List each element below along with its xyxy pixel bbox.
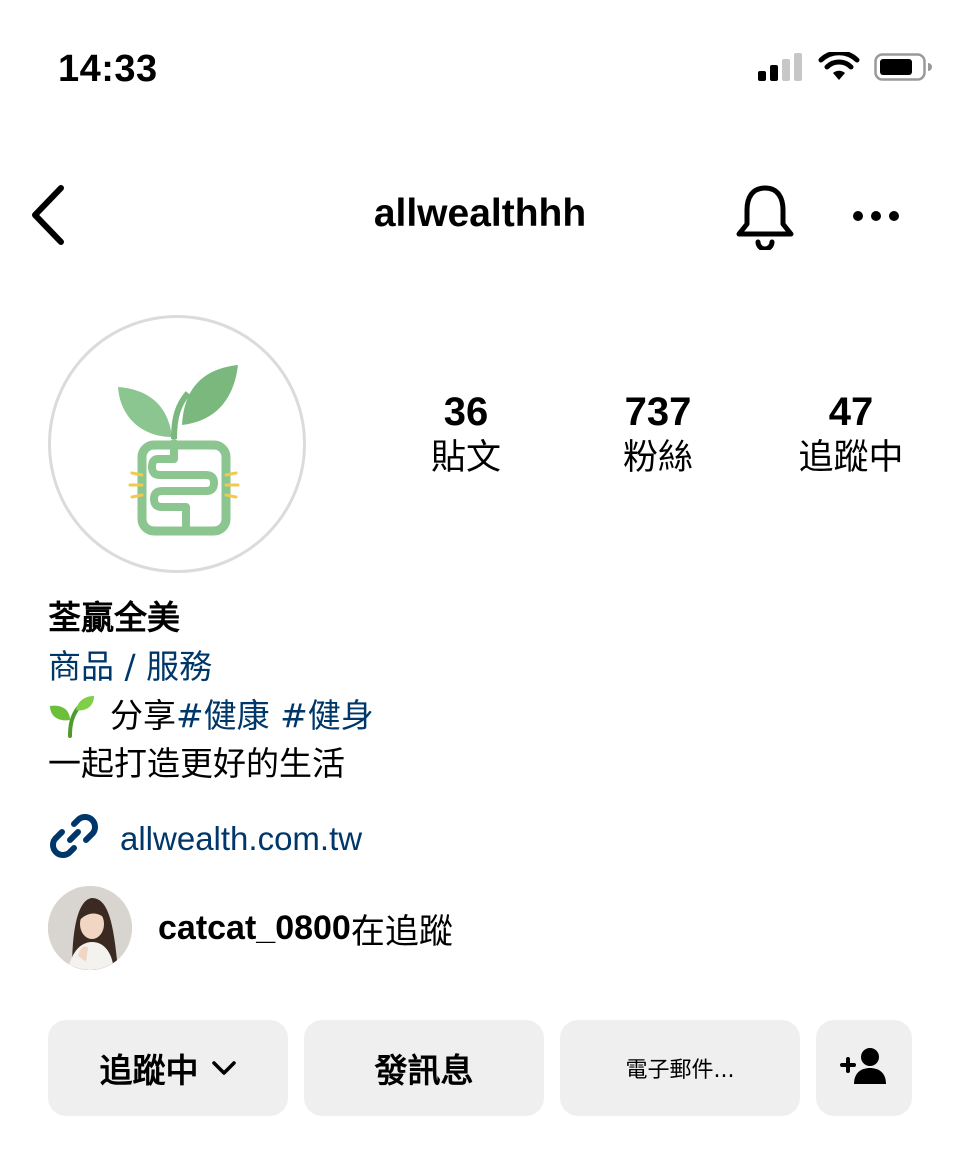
stat-following-value: 47 [828,390,874,434]
more-horizontal-icon [852,209,900,227]
cellular-signal-icon [758,53,804,86]
stat-following[interactable]: 47 追蹤中 [771,388,931,480]
stat-followers-label: 粉絲 [622,438,693,478]
following-button[interactable]: 追蹤中 [48,1020,288,1116]
profile-link[interactable]: allwealth.com.tw [48,810,362,867]
stat-posts-label: 貼文 [430,438,501,478]
wifi-icon [818,50,860,87]
profile-bio: 荃贏全美 商品 / 服務 分享 #健康 #健身 一起打造更好的生活 [48,594,908,788]
more-options-button[interactable] [844,190,908,246]
website-link[interactable]: allwealth.com.tw [120,820,362,858]
stat-posts[interactable]: 36 貼文 [386,388,546,480]
stat-following-label: 追蹤中 [798,438,904,478]
sprout-logo-icon [102,347,252,542]
bio-share-text: 分享 [110,696,176,735]
email-button[interactable]: 電子郵件... [560,1020,800,1116]
nav-bar: allwealthhh [0,170,960,260]
add-user-icon [840,1046,888,1090]
stat-followers[interactable]: 737 粉絲 [578,388,738,480]
chevron-down-icon [211,1060,237,1076]
mutual-follower[interactable]: catcat_0800 在追蹤 [48,886,453,970]
message-button-label: 發訊息 [374,1051,474,1090]
bio-line-1: 分享 #健康 #健身 [48,692,908,740]
add-user-button[interactable] [816,1020,912,1116]
hashtag-health[interactable]: #健康 [176,692,270,740]
mutual-follower-suffix: 在追蹤 [350,911,453,952]
email-button-label: 電子郵件... [625,1058,735,1083]
following-button-label: 追蹤中 [99,1051,199,1090]
seedling-emoji-icon [48,694,96,738]
battery-icon [874,52,932,87]
profile-avatar[interactable] [48,315,306,573]
mutual-follower-avatar [48,886,132,970]
profile-category[interactable]: 商品 / 服務 [48,642,908,692]
link-icon [48,810,100,867]
profile-name: 荃贏全美 [48,598,180,637]
status-icons [758,50,932,87]
status-bar: 14:33 [0,0,960,140]
stat-followers-value: 737 [624,390,692,434]
hashtag-fitness[interactable]: #健身 [280,692,374,740]
status-time: 14:33 [58,48,158,90]
page-title: allwealthhh [373,192,587,235]
notifications-button[interactable] [730,178,800,258]
stat-posts-value: 36 [443,390,489,434]
message-button[interactable]: 發訊息 [304,1020,544,1116]
bell-icon [734,182,796,255]
bio-line-2: 一起打造更好的生活 [48,744,345,783]
mutual-follower-username: catcat_0800 [158,908,351,947]
